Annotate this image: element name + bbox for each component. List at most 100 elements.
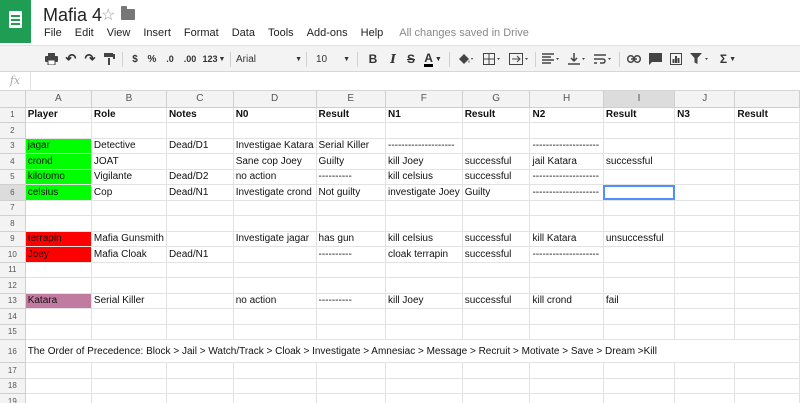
cell-e6[interactable]: Not guilty bbox=[316, 184, 386, 201]
cell-g12[interactable] bbox=[462, 277, 531, 294]
cell-i17[interactable] bbox=[603, 362, 676, 379]
cell-g8[interactable] bbox=[462, 215, 531, 232]
star-icon[interactable]: ☆ bbox=[101, 5, 115, 25]
cell-h19[interactable] bbox=[529, 393, 604, 403]
cell-k10[interactable] bbox=[734, 246, 800, 263]
cell-j18[interactable] bbox=[674, 378, 736, 394]
cell-f5[interactable]: kill celsius bbox=[385, 169, 463, 185]
cell-d7[interactable] bbox=[233, 200, 317, 216]
cell-a5[interactable]: kilotomo bbox=[25, 169, 92, 185]
cell-c9[interactable] bbox=[166, 231, 234, 247]
cell-i13[interactable]: fail bbox=[603, 293, 676, 309]
menu-edit[interactable]: Edit bbox=[75, 27, 94, 41]
cell-f4[interactable]: kill Joey bbox=[385, 153, 463, 170]
cell-h2[interactable] bbox=[529, 122, 604, 139]
cell-j12[interactable] bbox=[674, 277, 736, 294]
menu-file[interactable]: File bbox=[44, 27, 62, 41]
cell-d3[interactable]: Investigae Katara bbox=[233, 138, 317, 154]
font-family-select[interactable]: Arial ▼ bbox=[236, 51, 302, 67]
cell-c5[interactable]: Dead/D2 bbox=[166, 169, 234, 185]
cell-h17[interactable] bbox=[529, 362, 604, 379]
cell-g18[interactable] bbox=[462, 378, 531, 394]
cell-e5[interactable]: ---------- bbox=[316, 169, 386, 185]
cell-k9[interactable] bbox=[734, 231, 800, 247]
cell-h6[interactable]: -------------------- bbox=[529, 184, 604, 201]
cell-c13[interactable] bbox=[166, 293, 234, 309]
cell-k14[interactable] bbox=[734, 308, 800, 325]
row-header[interactable]: 3 bbox=[0, 138, 26, 154]
cell-d8[interactable] bbox=[233, 215, 317, 232]
cell-h5[interactable]: -------------------- bbox=[529, 169, 604, 185]
row-header[interactable]: 1 bbox=[0, 107, 26, 123]
cell-i3[interactable] bbox=[603, 138, 676, 154]
cell-i15[interactable] bbox=[603, 324, 676, 340]
cell-i11[interactable] bbox=[603, 262, 676, 278]
cell-h18[interactable] bbox=[529, 378, 604, 394]
insert-link-icon[interactable] bbox=[625, 51, 643, 67]
undo-icon[interactable]: ↶ bbox=[63, 51, 79, 67]
cell-b3[interactable]: Detective bbox=[91, 138, 167, 154]
row-header[interactable]: 7 bbox=[0, 200, 26, 216]
cell-h7[interactable] bbox=[529, 200, 604, 216]
cell-h12[interactable] bbox=[529, 277, 604, 294]
cell-d14[interactable] bbox=[233, 308, 317, 325]
cell-b19[interactable] bbox=[91, 393, 167, 403]
cell-c1[interactable]: Notes bbox=[166, 107, 234, 123]
cell-c18[interactable] bbox=[166, 378, 234, 394]
cell-f12[interactable] bbox=[385, 277, 463, 294]
cell-d18[interactable] bbox=[233, 378, 317, 394]
cell-c2[interactable] bbox=[166, 122, 234, 139]
menu-tools[interactable]: Tools bbox=[268, 27, 294, 41]
cell-b2[interactable] bbox=[91, 122, 167, 139]
cell-g1[interactable]: Result bbox=[462, 107, 531, 123]
cell-e10[interactable]: ---------- bbox=[316, 246, 386, 263]
cell-h1[interactable]: N2 bbox=[529, 107, 604, 123]
horizontal-align-icon[interactable] bbox=[540, 51, 562, 67]
cell-a9[interactable]: terrapin bbox=[25, 231, 92, 247]
row-header[interactable]: 5 bbox=[0, 169, 26, 185]
cell-a7[interactable] bbox=[25, 200, 92, 216]
cell-f8[interactable] bbox=[385, 215, 463, 232]
cell-i9[interactable]: unsuccessful bbox=[603, 231, 676, 247]
cell-e14[interactable] bbox=[316, 308, 386, 325]
column-header-g[interactable]: G bbox=[462, 91, 531, 108]
cell-e13[interactable]: ---------- bbox=[316, 293, 386, 309]
cell-b15[interactable] bbox=[91, 324, 167, 340]
font-size-select[interactable]: 10 ▼ bbox=[316, 51, 350, 67]
cell-c19[interactable] bbox=[166, 393, 234, 403]
cell-k18[interactable] bbox=[734, 378, 800, 394]
precedence-note-cell[interactable]: The Order of Precedence: Block > Jail > … bbox=[25, 339, 800, 363]
insert-comment-icon[interactable] bbox=[646, 51, 664, 67]
row-header[interactable]: 10 bbox=[0, 246, 26, 263]
menu-help[interactable]: Help bbox=[361, 27, 384, 41]
cell-j2[interactable] bbox=[674, 122, 736, 139]
cell-b4[interactable]: JOAT bbox=[91, 153, 167, 170]
currency-format-button[interactable]: $ bbox=[128, 51, 142, 67]
cell-g7[interactable] bbox=[462, 200, 531, 216]
cell-f15[interactable] bbox=[385, 324, 463, 340]
cell-j4[interactable] bbox=[674, 153, 736, 170]
cell-c12[interactable] bbox=[166, 277, 234, 294]
select-all-corner[interactable] bbox=[0, 91, 26, 108]
vertical-align-icon[interactable] bbox=[566, 51, 588, 67]
cell-c4[interactable] bbox=[166, 153, 234, 170]
cell-b14[interactable] bbox=[91, 308, 167, 325]
cell-b11[interactable] bbox=[91, 262, 167, 278]
row-header[interactable]: 4 bbox=[0, 153, 26, 170]
cell-e8[interactable] bbox=[316, 215, 386, 232]
formula-input[interactable] bbox=[32, 72, 800, 90]
row-header[interactable]: 8 bbox=[0, 215, 26, 232]
cell-j6[interactable] bbox=[674, 184, 736, 201]
cell-a3[interactable]: jagar bbox=[25, 138, 92, 154]
cell-i4[interactable]: successful bbox=[603, 153, 676, 170]
cell-b5[interactable]: Vigilante bbox=[91, 169, 167, 185]
cell-c6[interactable]: Dead/N1 bbox=[166, 184, 234, 201]
cell-i14[interactable] bbox=[603, 308, 676, 325]
cell-i5[interactable] bbox=[603, 169, 676, 185]
cell-e18[interactable] bbox=[316, 378, 386, 394]
cell-f9[interactable]: kill celsius bbox=[385, 231, 463, 247]
cell-b8[interactable] bbox=[91, 215, 167, 232]
cell-k13[interactable] bbox=[734, 293, 800, 309]
cell-h14[interactable] bbox=[529, 308, 604, 325]
cell-d2[interactable] bbox=[233, 122, 317, 139]
